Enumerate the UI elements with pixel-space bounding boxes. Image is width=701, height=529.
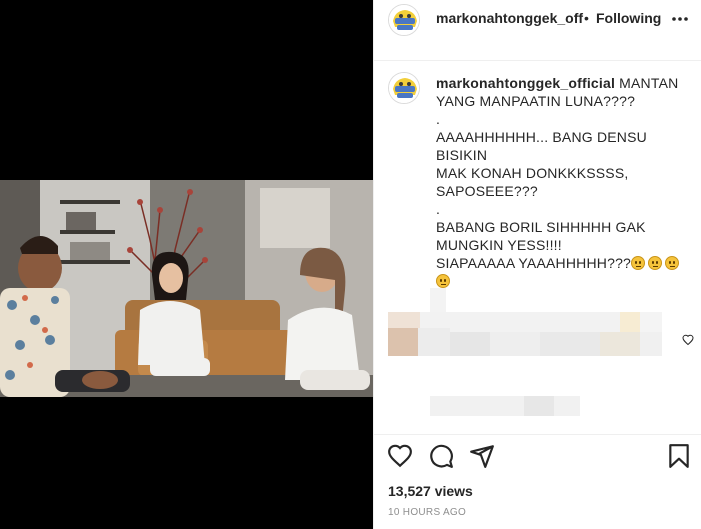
caption-line-emoji (436, 272, 686, 290)
heart-icon[interactable] (387, 443, 413, 469)
post-header: markonahtonggek_off • Following (374, 0, 701, 61)
more-horizontal-icon[interactable] (670, 9, 690, 29)
caption-line-with-emoji: SIAPAAAAA YAAAHHHHH??? (436, 254, 686, 272)
bookmark-icon[interactable] (666, 443, 692, 469)
comment-icon[interactable] (428, 443, 454, 469)
comments-section: markonahtonggek_official MANTAN YANG MAN… (374, 62, 701, 434)
view-count[interactable]: 13,527 views (388, 483, 473, 499)
caption-line: . (436, 111, 441, 127)
rolling-eyes-emoji-icon (631, 256, 646, 270)
video-frame (0, 180, 373, 397)
rolling-eyes-emoji-icon (648, 256, 663, 270)
paper-plane-icon[interactable] (469, 443, 495, 469)
caption-line: AAAAHHHHHH... BANG DENSU BISIKIN (436, 129, 647, 163)
avatar[interactable] (388, 4, 420, 36)
following-button[interactable]: Following (596, 10, 661, 26)
post-timestamp[interactable]: 10 HOURS AGO (388, 507, 466, 518)
caption-line: SAPOSEEE??? (436, 183, 538, 199)
post-username[interactable]: markonahtonggek_off (436, 10, 583, 26)
caption-line: SIAPAAAAA YAAAHHHHH??? (436, 255, 632, 271)
caption-line: MANTAN (619, 75, 679, 91)
caption-avatar[interactable] (388, 72, 420, 104)
video-player[interactable] (0, 180, 373, 397)
caption-line: . (436, 201, 441, 217)
post-side-panel: markonahtonggek_off • Following markonah… (373, 0, 701, 529)
caption-line: MAK KONAH DONKKKSSSS, (436, 165, 629, 181)
caption-line: YANG MANPAATIN LUNA???? (436, 93, 636, 109)
rolling-eyes-emoji-icon (665, 256, 680, 270)
caption-username[interactable]: markonahtonggek_official (436, 75, 615, 91)
caption-line: BABANG BORIL SIHHHHH GAK (436, 219, 646, 235)
caption-line: MUNGKIN YESS!!!! (436, 237, 562, 253)
comment-like-heart-icon[interactable] (682, 334, 694, 346)
post-media[interactable] (0, 0, 373, 529)
separator-dot: • (584, 10, 589, 26)
post-caption: markonahtonggek_official MANTAN YANG MAN… (436, 74, 686, 290)
post-actions: 13,527 views 10 HOURS AGO (374, 434, 701, 529)
rolling-eyes-emoji-icon (436, 274, 450, 288)
